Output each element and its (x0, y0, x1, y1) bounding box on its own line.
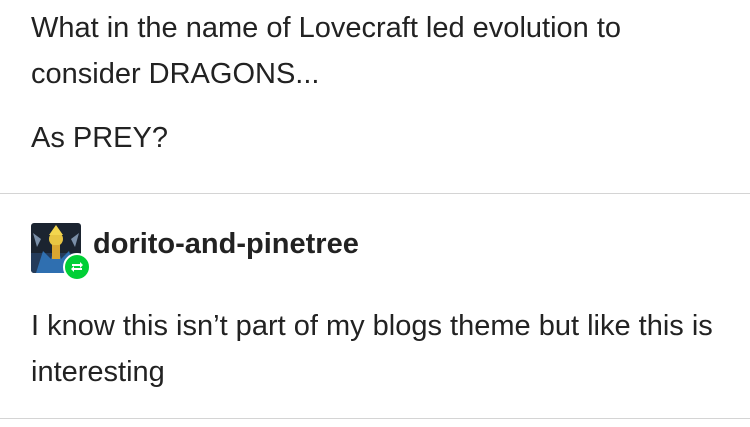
post-divider (0, 193, 750, 194)
reblog-icon (71, 262, 83, 272)
reblog-username[interactable]: dorito-and-pinetree (93, 224, 359, 264)
bottom-divider (0, 418, 750, 419)
reblog-header: dorito-and-pinetree (31, 222, 359, 281)
original-post-text: What in the name of Lovecraft led evolut… (31, 12, 622, 90)
avatar[interactable] (31, 223, 91, 281)
reblog-body: I know this isn’t part of my blogs theme… (31, 303, 731, 395)
reblog-text: I know this isn’t part of my blogs theme… (31, 310, 713, 388)
original-post-question: As PREY? (31, 122, 168, 154)
reblog-badge (63, 253, 91, 281)
original-post-body: What in the name of Lovecraft led evolut… (31, 5, 731, 161)
